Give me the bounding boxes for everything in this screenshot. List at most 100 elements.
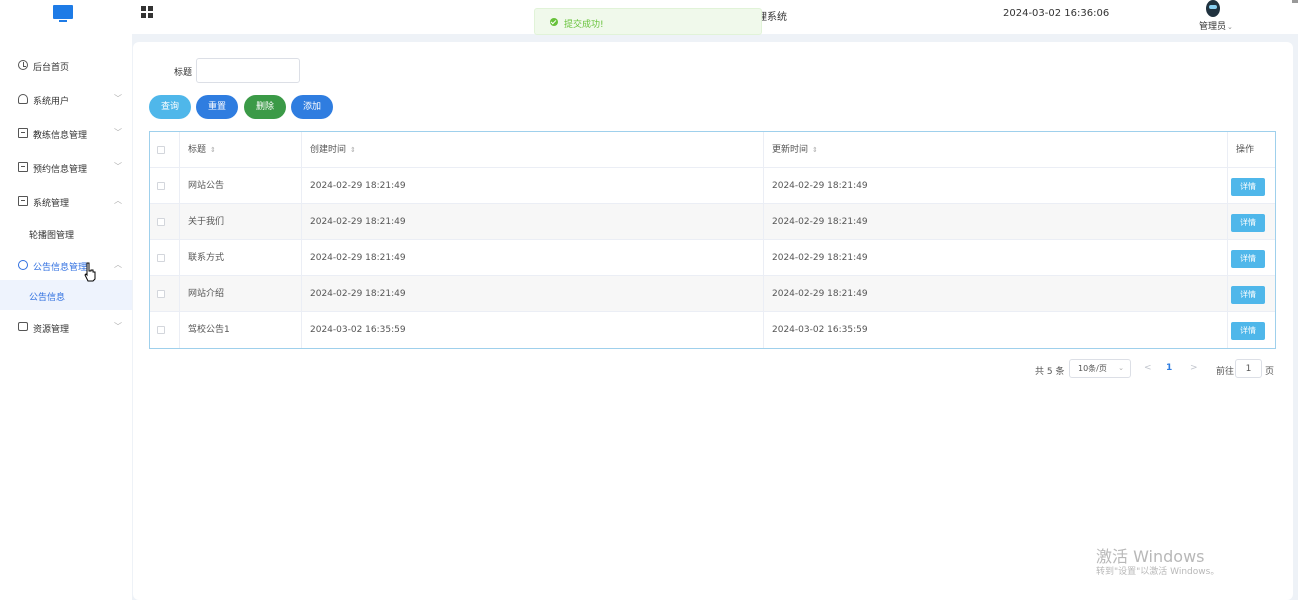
sidebar-item-resources[interactable]: 资源管理 ﹀ (0, 310, 132, 344)
column-header-op: 操作 (1236, 145, 1255, 155)
cell-created: 2024-02-29 18:21:49 (302, 168, 764, 204)
page-number-current[interactable]: 1 (1166, 363, 1172, 373)
header-checkbox-cell (150, 132, 180, 168)
table-row[interactable]: 联系方式 2024-02-29 18:21:49 2024-02-29 18:2… (150, 240, 1275, 276)
clock-icon (18, 60, 28, 70)
sidebar-item-label: 公告信息管理 (33, 263, 88, 273)
column-header-updated[interactable]: 更新时间 ⇕ (764, 132, 1228, 168)
sidebar-item-label: 资源管理 (33, 325, 70, 335)
sort-icon[interactable]: ⇕ (812, 146, 818, 154)
sidebar-item-label: 系统用户 (33, 97, 70, 107)
sidebar-subitem-label: 公告信息 (29, 293, 66, 303)
row-checkbox[interactable] (157, 218, 165, 226)
cell-created: 2024-02-29 18:21:49 (302, 276, 764, 312)
chevron-up-icon: ︿ (114, 196, 122, 205)
detail-button[interactable]: 详情 (1231, 250, 1265, 268)
sort-icon[interactable]: ⇕ (210, 146, 216, 154)
table-row[interactable]: 驾校公告1 2024-03-02 16:35:59 2024-03-02 16:… (150, 312, 1275, 348)
row-checkbox-cell (150, 204, 180, 240)
delete-button[interactable]: 删除 (244, 95, 286, 119)
success-toast: 提交成功! (534, 8, 762, 35)
sidebar-subitem-carousel[interactable]: 轮播图管理 (0, 218, 132, 248)
row-checkbox[interactable] (157, 290, 165, 298)
sidebar-item-system-users[interactable]: 系统用户 ﹀ (0, 82, 132, 116)
grid-menu-icon[interactable] (141, 6, 153, 18)
notice-table: 标题 ⇕ 创建时间 ⇕ 更新时间 ⇕ 操作 网站公告 2024-02-29 18:21… (149, 131, 1276, 349)
row-checkbox-cell (150, 240, 180, 276)
user-name[interactable]: 管理员⌄ (1199, 19, 1233, 32)
chevron-down-icon: ﹀ (114, 128, 122, 137)
cell-created: 2024-02-29 18:21:49 (302, 240, 764, 276)
query-button[interactable]: 查询 (149, 95, 191, 119)
detail-button[interactable]: 详情 (1231, 178, 1265, 196)
add-button[interactable]: 添加 (291, 95, 333, 119)
cell-updated: 2024-02-29 18:21:49 (764, 168, 1228, 204)
detail-button[interactable]: 详情 (1231, 322, 1265, 340)
hand-cursor-icon (84, 262, 96, 282)
cell-created: 2024-02-29 18:21:49 (302, 204, 764, 240)
page-size-value: 10条/页 (1078, 364, 1107, 373)
cell-updated: 2024-02-29 18:21:49 (764, 276, 1228, 312)
page-suffix: 页 (1265, 367, 1275, 377)
user-menu[interactable]: 管理员⌄ (1196, 0, 1233, 32)
chevron-down-icon: ⌄ (1227, 23, 1233, 31)
sidebar-item-label: 预约信息管理 (33, 165, 88, 175)
box-icon (18, 162, 28, 172)
reset-button[interactable]: 重置 (196, 95, 238, 119)
detail-button[interactable]: 详情 (1231, 286, 1265, 304)
sidebar: 后台首页 系统用户 ﹀ 教练信息管理 ﹀ 预约信息管理 ﹀ 系统管理 ︿ 轮播图… (0, 34, 132, 600)
sidebar-subitem-label: 轮播图管理 (29, 231, 75, 241)
cell-title: 网站公告 (180, 168, 302, 204)
row-checkbox-cell (150, 276, 180, 312)
title-search-input[interactable] (196, 58, 300, 83)
row-checkbox[interactable] (157, 326, 165, 334)
table-row[interactable]: 网站公告 2024-02-29 18:21:49 2024-02-29 18:2… (150, 168, 1275, 204)
monitor-logo-icon[interactable] (53, 5, 73, 23)
detail-button[interactable]: 详情 (1231, 214, 1265, 232)
chevron-down-icon: ﹀ (114, 162, 122, 171)
sidebar-item-label: 教练信息管理 (33, 131, 88, 141)
prev-page-button[interactable]: < (1144, 363, 1152, 373)
cell-updated: 2024-03-02 16:35:59 (764, 312, 1228, 348)
sidebar-subitem-notice[interactable]: 公告信息 (0, 280, 132, 310)
next-page-button[interactable]: > (1190, 363, 1198, 373)
pagination-total: 共 5 条 (1035, 367, 1065, 377)
sidebar-item-booking[interactable]: 预约信息管理 ﹀ (0, 150, 132, 184)
sidebar-item-label: 系统管理 (33, 199, 70, 209)
current-datetime: 2024-03-02 16:36:06 (1003, 8, 1110, 19)
stack-icon (18, 322, 28, 331)
sidebar-item-system-manage[interactable]: 系统管理 ︿ (0, 184, 132, 218)
row-checkbox[interactable] (157, 254, 165, 262)
table-row[interactable]: 网站介绍 2024-02-29 18:21:49 2024-02-29 18:2… (150, 276, 1275, 312)
chevron-up-icon: ︿ (114, 260, 122, 269)
check-circle-icon (550, 18, 558, 26)
chevron-down-icon: ⌄ (1118, 364, 1124, 372)
table-row[interactable]: 关于我们 2024-02-29 18:21:49 2024-02-29 18:2… (150, 204, 1275, 240)
sidebar-item-notice-manage[interactable]: 公告信息管理 ︿ (0, 248, 132, 282)
row-checkbox-cell (150, 312, 180, 348)
corner-mark (1292, 0, 1298, 3)
cell-title: 网站介绍 (180, 276, 302, 312)
sidebar-item-home[interactable]: 后台首页 (0, 48, 132, 82)
windows-watermark-subtitle: 转到"设置"以激活 Windows。 (1096, 567, 1220, 577)
page-size-select[interactable]: 10条/页 ⌄ (1069, 359, 1131, 378)
row-checkbox[interactable] (157, 182, 165, 190)
toast-message: 提交成功! (564, 20, 604, 30)
column-header-title[interactable]: 标题 ⇕ (180, 132, 302, 168)
goto-label: 前往 (1216, 367, 1235, 377)
cell-title: 驾校公告1 (180, 312, 302, 348)
sidebar-item-coach[interactable]: 教练信息管理 ﹀ (0, 116, 132, 150)
box-icon (18, 128, 28, 138)
sidebar-item-label: 后台首页 (33, 63, 70, 73)
goto-page-input[interactable] (1235, 359, 1262, 378)
column-header-created[interactable]: 创建时间 ⇕ (302, 132, 764, 168)
chevron-down-icon: ﹀ (114, 322, 122, 331)
cell-created: 2024-03-02 16:35:59 (302, 312, 764, 348)
cell-updated: 2024-02-29 18:21:49 (764, 240, 1228, 276)
cell-updated: 2024-02-29 18:21:49 (764, 204, 1228, 240)
search-label: 标题 (174, 68, 193, 78)
sort-icon[interactable]: ⇕ (350, 146, 356, 154)
avatar[interactable] (1206, 0, 1220, 17)
cell-title: 联系方式 (180, 240, 302, 276)
select-all-checkbox[interactable] (157, 146, 165, 154)
